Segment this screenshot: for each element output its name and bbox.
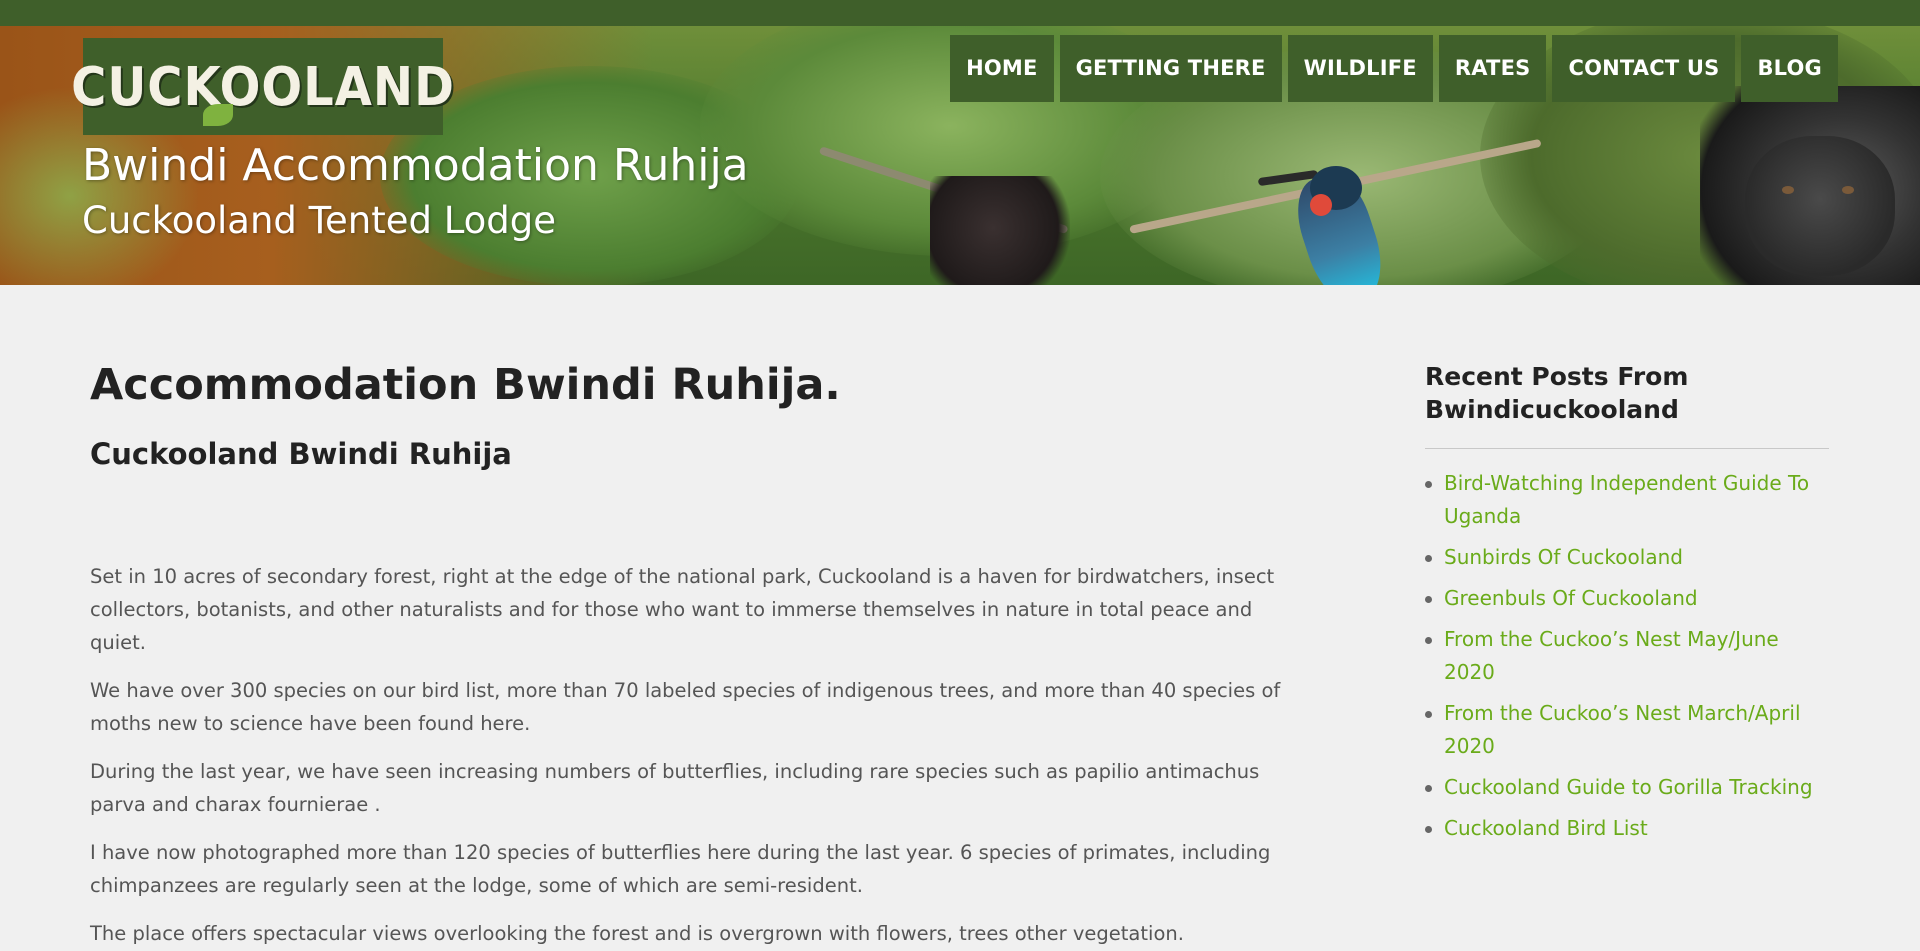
nav-item-home[interactable]: HOME	[950, 35, 1054, 102]
list-item: From the Cuckoo’s Nest May/June 2020	[1425, 623, 1829, 689]
recent-posts-list: Bird-Watching Independent Guide To Ugand…	[1425, 467, 1829, 845]
site-title[interactable]: Bwindi Accommodation Ruhija	[82, 144, 749, 188]
main-content: Accommodation Bwindi Ruhija. Cuckooland …	[90, 360, 1290, 951]
dark-bird-image	[930, 176, 1070, 285]
logo-leaf-icon	[203, 104, 233, 126]
nav-item-blog[interactable]: BLOG	[1741, 35, 1838, 102]
post-link[interactable]: Cuckooland Guide to Gorilla Tracking	[1444, 775, 1813, 799]
post-link[interactable]: Greenbuls Of Cuckooland	[1444, 586, 1698, 610]
post-link[interactable]: Cuckooland Bird List	[1444, 816, 1648, 840]
post-link[interactable]: Sunbirds Of Cuckooland	[1444, 545, 1683, 569]
list-item: Greenbuls Of Cuckooland	[1425, 582, 1829, 615]
nav-item-contact-us[interactable]: CONTACT US	[1552, 35, 1736, 102]
gorilla-face	[1745, 136, 1895, 276]
logo-text: CUCKOOLAND	[71, 55, 455, 118]
list-item: Cuckooland Bird List	[1425, 812, 1829, 845]
list-item: Cuckooland Guide to Gorilla Tracking	[1425, 771, 1829, 804]
post-link[interactable]: From the Cuckoo’s Nest March/April 2020	[1444, 701, 1801, 758]
top-strip	[0, 0, 1920, 26]
paragraph: We have over 300 species on our bird lis…	[90, 679, 1281, 736]
divider	[1425, 448, 1829, 449]
blue-bird-throat	[1310, 194, 1332, 216]
site-tagline: Cuckooland Tented Lodge	[82, 199, 557, 242]
site-logo[interactable]: CUCKOOLAND	[71, 38, 454, 135]
gorilla-eye	[1842, 186, 1854, 194]
nav-item-getting-there[interactable]: GETTING THERE	[1059, 35, 1282, 102]
page-title: Accommodation Bwindi Ruhija.	[90, 360, 841, 410]
recent-posts-heading: Recent Posts From Bwindicuckooland	[1425, 362, 1689, 424]
page-subtitle: Cuckooland Bwindi Ruhija	[90, 437, 512, 472]
list-item: Sunbirds Of Cuckooland	[1425, 541, 1829, 574]
nav-item-rates[interactable]: RATES	[1438, 35, 1547, 102]
list-item: Bird-Watching Independent Guide To Ugand…	[1425, 467, 1829, 533]
gorilla-eye	[1782, 186, 1794, 194]
post-link[interactable]: Bird-Watching Independent Guide To Ugand…	[1444, 471, 1809, 528]
sidebar: Recent Posts From Bwindicuckooland Bird-…	[1425, 360, 1829, 853]
list-item: From the Cuckoo’s Nest March/April 2020	[1425, 697, 1829, 763]
paragraph: The place offers spectacular views overl…	[90, 922, 1184, 946]
post-link[interactable]: From the Cuckoo’s Nest May/June 2020	[1444, 627, 1779, 684]
paragraph: During the last year, we have seen incre…	[90, 760, 1260, 817]
main-nav: HOME GETTING THERE WILDLIFE RATES CONTAC…	[950, 35, 1838, 102]
nav-item-wildlife[interactable]: WILDLIFE	[1287, 35, 1433, 102]
paragraph: Set in 10 acres of secondary forest, rig…	[90, 565, 1275, 655]
paragraph: I have now photographed more than 120 sp…	[90, 841, 1271, 898]
